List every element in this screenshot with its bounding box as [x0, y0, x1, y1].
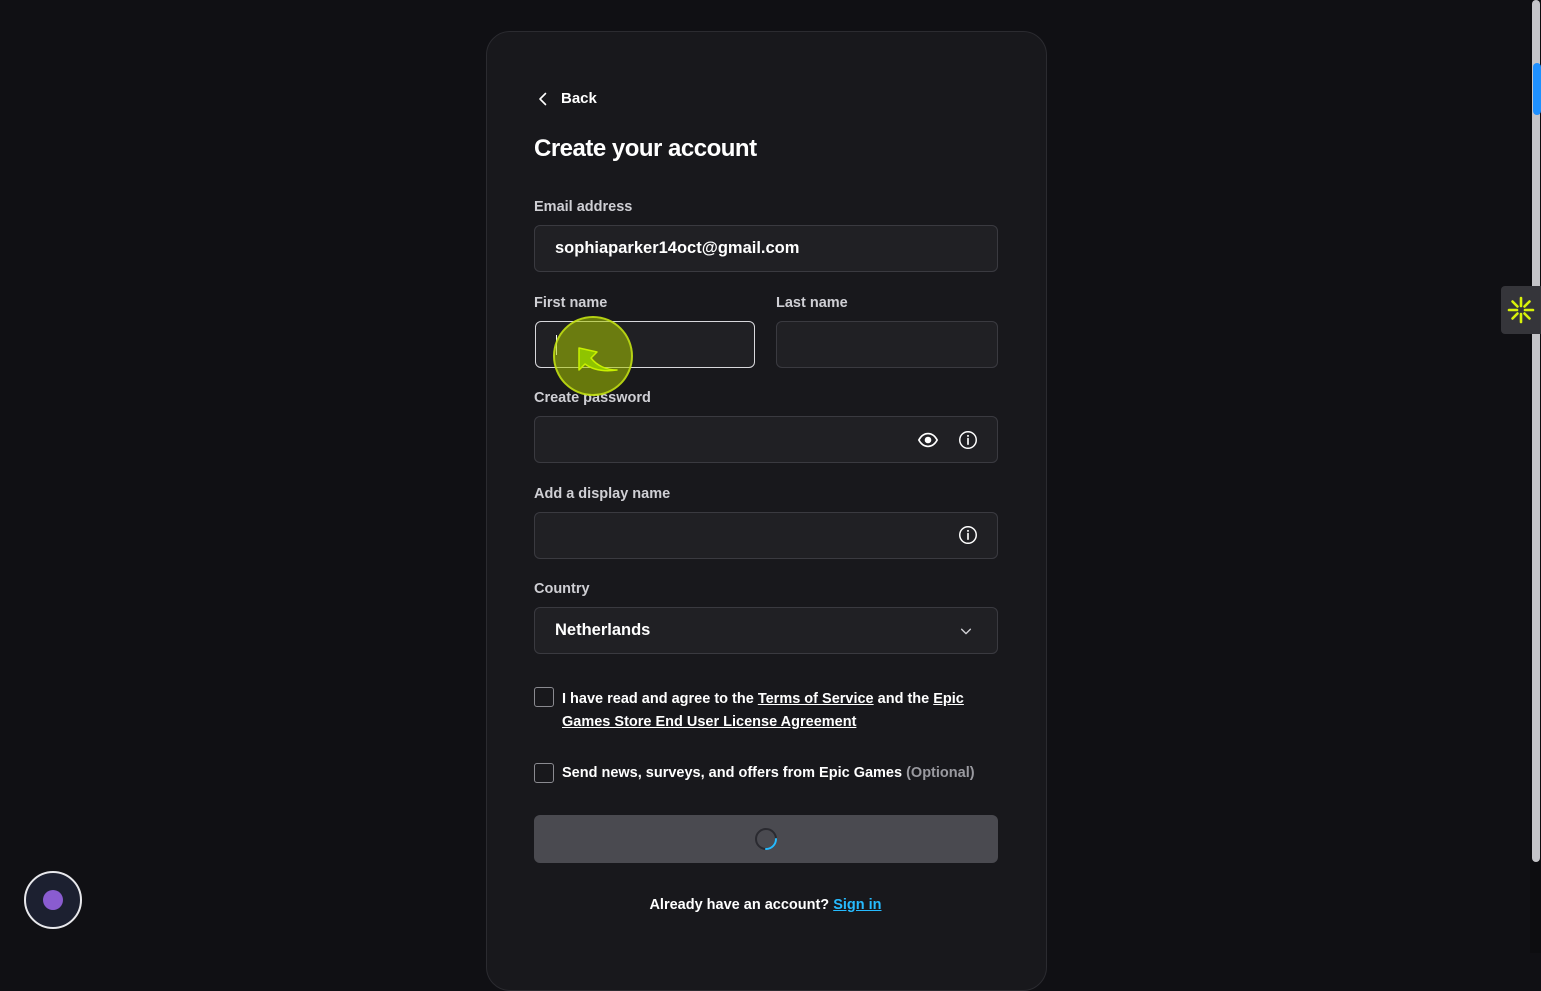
last-name-field[interactable]: [776, 321, 998, 368]
sign-in-link[interactable]: Sign in: [833, 897, 881, 913]
marketing-checkbox[interactable]: [534, 763, 554, 783]
back-label: Back: [561, 90, 597, 107]
terms-middle: and the: [873, 691, 934, 707]
email-field[interactable]: sophiaparker14oct@gmail.com: [534, 225, 998, 272]
back-button[interactable]: Back: [535, 90, 597, 107]
text-caret: [556, 334, 557, 355]
signin-prompt: Already have an account?: [649, 897, 834, 913]
info-icon: [959, 431, 977, 449]
terms-prefix: I have read and agree to the: [562, 691, 758, 707]
display-name-label: Add a display name: [534, 486, 671, 502]
page-title: Create your account: [534, 135, 757, 162]
scrollbar-accent: [1533, 63, 1541, 115]
scrollbar-thumb[interactable]: [1532, 0, 1540, 862]
signin-row: Already have an account? Sign in: [0, 897, 1531, 913]
first-name-label: First name: [534, 295, 608, 311]
display-name-info-button[interactable]: [956, 523, 980, 547]
password-label: Create password: [534, 390, 651, 406]
marketing-text: Send news, surveys, and offers from Epic…: [562, 762, 992, 785]
email-value: sophiaparker14oct@gmail.com: [555, 239, 800, 257]
spinner-icon: [755, 828, 777, 850]
scrollbar[interactable]: [1530, 0, 1541, 953]
eula-link[interactable]: Games Store End User License Agreement: [562, 714, 856, 730]
terms-checkbox[interactable]: [534, 687, 554, 707]
terms-of-service-link[interactable]: Terms of Service: [758, 691, 874, 707]
eula-link-start[interactable]: Epic: [933, 691, 964, 707]
country-select[interactable]: Netherlands: [534, 607, 998, 654]
country-value: Netherlands: [555, 621, 651, 639]
password-info-button[interactable]: [956, 428, 980, 452]
chevron-left-icon: [539, 92, 547, 105]
assistant-widget-button[interactable]: [24, 871, 82, 929]
side-widget-button[interactable]: [1501, 286, 1541, 334]
country-label: Country: [534, 581, 590, 597]
create-account-button[interactable]: [534, 815, 998, 863]
terms-text: I have read and agree to the Terms of Se…: [562, 688, 982, 734]
asterisk-logo-icon: [1507, 296, 1535, 324]
chevron-down-icon: [960, 628, 972, 634]
marketing-label: Send news, surveys, and offers from Epic…: [562, 765, 907, 781]
assistant-dot-icon: [43, 890, 63, 910]
last-name-label: Last name: [776, 295, 848, 311]
optional-label: (Optional): [906, 765, 975, 781]
show-password-button[interactable]: [916, 428, 940, 452]
email-label: Email address: [534, 199, 633, 215]
info-icon: [959, 526, 977, 544]
first-name-field[interactable]: [535, 321, 755, 368]
display-name-field[interactable]: [534, 512, 998, 559]
eye-icon: [917, 432, 939, 448]
